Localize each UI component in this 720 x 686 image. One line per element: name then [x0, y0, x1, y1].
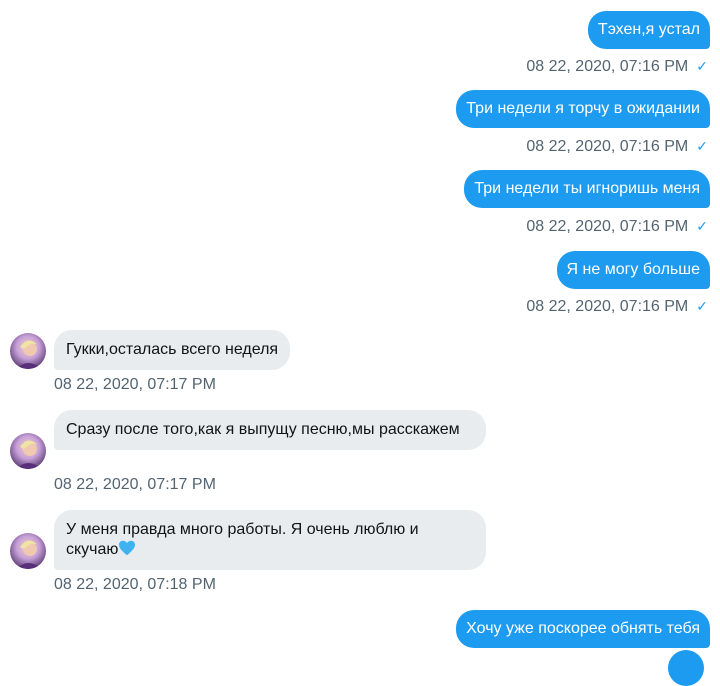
message-timestamp: 08 22, 2020, 07:17 PM: [54, 376, 216, 393]
message-timestamp: 08 22, 2020, 07:17 PM: [54, 476, 216, 493]
outgoing-message[interactable]: Три недели я торчу в ожидании: [456, 90, 710, 128]
conversation-view: Тэхен,я устал 08 22, 2020, 07:16 PM ✓ Три…: [0, 0, 720, 686]
outgoing-message[interactable]: Три недели ты игноришь меня: [464, 170, 710, 208]
incoming-message[interactable]: Гукки,осталась всего неделя: [54, 330, 291, 370]
incoming-message[interactable]: У меня правда много работы. Я очень любл…: [54, 510, 486, 570]
incoming-message[interactable]: Сразу после того,как я выпущу песню,мы р…: [54, 410, 486, 450]
outgoing-message[interactable]: Я не могу больше: [556, 251, 710, 289]
message-timestamp: 08 22, 2020, 07:18 PM: [54, 576, 216, 593]
message-timestamp: 08 22, 2020, 07:16 PM ✓: [526, 216, 708, 237]
outgoing-avatar-edge: [668, 650, 704, 686]
message-timestamp: 08 22, 2020, 07:16 PM ✓: [526, 56, 708, 77]
blue-heart-icon: [119, 540, 136, 556]
avatar-image: [10, 433, 46, 469]
checkmark-icon: ✓: [696, 298, 708, 314]
timestamp-text: 08 22, 2020, 07:16 PM: [526, 298, 689, 315]
outgoing-message[interactable]: Хочу уже поскорее обнять тебя: [456, 610, 710, 648]
timestamp-text: 08 22, 2020, 07:16 PM: [526, 218, 689, 235]
checkmark-icon: ✓: [696, 138, 708, 154]
outgoing-message[interactable]: Тэхен,я устал: [587, 11, 710, 49]
avatar-image: [10, 333, 46, 369]
checkmark-icon: ✓: [696, 58, 708, 74]
timestamp-text: 08 22, 2020, 07:16 PM: [526, 138, 689, 155]
message-timestamp: 08 22, 2020, 07:16 PM ✓: [526, 296, 708, 317]
message-timestamp: 08 22, 2020, 07:16 PM ✓: [526, 136, 708, 157]
contact-avatar[interactable]: [10, 433, 46, 469]
checkmark-icon: ✓: [696, 218, 708, 234]
contact-avatar[interactable]: [10, 333, 46, 369]
timestamp-text: 08 22, 2020, 07:16 PM: [526, 58, 689, 75]
contact-avatar[interactable]: [10, 533, 46, 569]
avatar-image: [10, 533, 46, 569]
